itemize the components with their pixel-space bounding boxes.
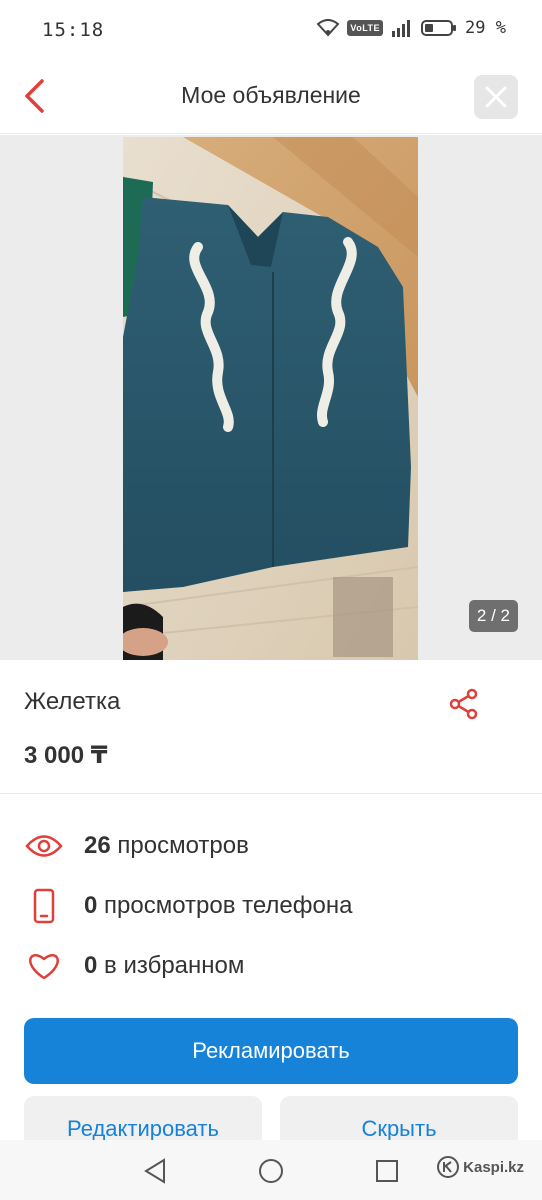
phone-views-label: просмотров телефона <box>104 892 353 919</box>
signal-icon <box>392 20 411 37</box>
nav-recents-icon <box>376 1160 398 1182</box>
nav-home-icon <box>259 1159 283 1183</box>
phone-views-count: 0 <box>84 892 98 919</box>
listing-photo[interactable] <box>123 137 418 660</box>
stat-views: 26 просмотров <box>24 826 249 866</box>
share-icon <box>449 688 478 720</box>
nav-back-button[interactable] <box>140 1156 170 1186</box>
favorites-label: в избранном <box>104 952 245 979</box>
battery-icon <box>421 20 457 36</box>
photo-counter: 2 / 2 <box>468 600 518 632</box>
nav-recents-button[interactable] <box>372 1156 402 1186</box>
battery-percent: 29 % <box>465 18 506 38</box>
page-title: Мое объявление <box>181 82 361 108</box>
volte-badge: VoLTE <box>347 20 384 36</box>
divider <box>0 793 542 794</box>
phone-icon <box>24 886 64 926</box>
close-icon <box>485 86 507 108</box>
nav-back-icon <box>144 1158 165 1184</box>
vest-photo-image <box>123 137 418 660</box>
kaspi-watermark: Kaspi.kz <box>437 1156 524 1178</box>
item-title: Желетка <box>24 688 121 715</box>
share-button[interactable] <box>444 684 484 724</box>
photo-gallery[interactable]: 2 / 2 <box>0 135 542 660</box>
item-price: 3 000 ₸ <box>24 742 108 769</box>
status-bar: 15:18 VoLTE 29 % <box>0 0 542 60</box>
watermark-text: Kaspi.kz <box>463 1158 524 1176</box>
eye-icon <box>24 826 64 866</box>
nav-home-button[interactable] <box>256 1156 286 1186</box>
views-count: 26 <box>84 832 111 859</box>
status-icons: VoLTE 29 % <box>317 18 506 38</box>
close-button[interactable] <box>474 75 518 119</box>
wifi-icon <box>317 19 340 37</box>
favorites-count: 0 <box>84 952 98 979</box>
system-nav-bar: Kaspi.kz <box>0 1140 542 1200</box>
stat-favorites: 0 в избранном <box>24 946 244 986</box>
kaspi-logo-icon <box>437 1156 460 1178</box>
status-time: 15:18 <box>42 19 105 41</box>
header: Мое объявление <box>0 60 542 134</box>
views-label: просмотров <box>117 832 249 859</box>
promote-button[interactable]: Рекламировать <box>24 1018 518 1084</box>
stat-phone-views: 0 просмотров телефона <box>24 886 352 926</box>
heart-icon <box>24 946 64 986</box>
